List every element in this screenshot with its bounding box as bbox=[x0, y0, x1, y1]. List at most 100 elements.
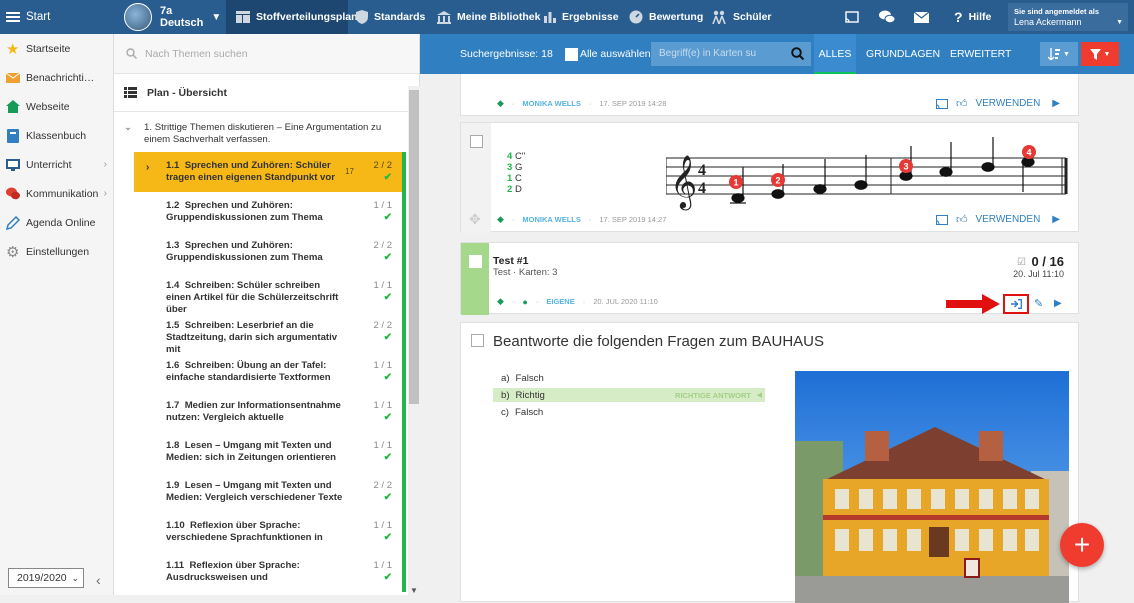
topic-item-1-6[interactable]: 1.6 Schreiben: Übung an der Tafel: einfa… bbox=[134, 352, 406, 392]
topic-item-1-4[interactable]: 1.4 Schreiben: Schüler schreiben einen A… bbox=[134, 272, 406, 315]
school-year-select[interactable]: 2019/2020 ⌄ bbox=[8, 568, 84, 588]
scrollbar-thumb[interactable] bbox=[409, 90, 419, 404]
cast-icon[interactable] bbox=[935, 214, 948, 225]
play-icon[interactable]: ▶ bbox=[1052, 98, 1060, 109]
class-selector[interactable]: 7a Deutsch ▼ bbox=[124, 0, 221, 34]
caret-down-icon: ▼ bbox=[1116, 19, 1123, 26]
topic-item-1-7[interactable]: 1.7 Medien zur Informationsentnahme nutz… bbox=[134, 392, 406, 432]
tab-bewertung[interactable]: Bewertung bbox=[629, 0, 703, 34]
card-checkbox[interactable] bbox=[469, 255, 482, 268]
tab-meine-bibliothek[interactable]: Meine Bibliothek bbox=[437, 0, 540, 34]
sidebar-item-benachrichtigungen[interactable]: Benachrichtigu... bbox=[0, 63, 113, 92]
tab-alles[interactable]: ALLES bbox=[814, 34, 856, 74]
tab-stoffverteilungsplan[interactable]: Stoffverteilungsplan bbox=[226, 0, 358, 34]
add-card-button[interactable]: + bbox=[1060, 523, 1104, 567]
tag-icon: ◆ bbox=[497, 98, 504, 108]
globe-icon: ● bbox=[522, 296, 528, 307]
chevron-right-icon: › bbox=[103, 188, 107, 199]
tab-ergebnisse[interactable]: Ergebnisse bbox=[544, 0, 619, 34]
topic-item-1-1[interactable]: › 1.1 Sprechen und Zuhören: Schüler trage… bbox=[134, 152, 406, 192]
topic-item-1-11[interactable]: 1.11 Reflexion über Sprache: Ausdruckswe… bbox=[134, 552, 406, 592]
students-icon bbox=[711, 10, 727, 24]
sort-button[interactable]: ▼ bbox=[1040, 42, 1078, 66]
collapse-sidebar-icon[interactable]: ‹ bbox=[96, 572, 101, 588]
bauhaus-building-image bbox=[795, 371, 1069, 603]
tab-erweitert[interactable]: ERWEITERT bbox=[950, 34, 1011, 74]
note-marker-2: 2 bbox=[771, 173, 785, 187]
card-test: Test #1 Test · Karten: 3 ☑ 0 / 16 20. Ju… bbox=[460, 242, 1079, 315]
sign-in-icon bbox=[1010, 299, 1022, 309]
move-icon[interactable]: ✥ bbox=[469, 211, 481, 228]
sidebar-item-unterricht[interactable]: Unterricht › bbox=[0, 150, 113, 179]
thumbs-up-icon[interactable]: 👍︎ bbox=[956, 213, 968, 226]
plan-scrollbar[interactable]: ▼ bbox=[408, 86, 420, 595]
plan-overview-header[interactable]: Plan - Übersicht bbox=[114, 74, 419, 112]
sidebar-item-agenda-online[interactable]: Agenda Online bbox=[0, 208, 113, 237]
star-icon: ★ bbox=[6, 40, 20, 58]
bar-chart-icon bbox=[544, 11, 556, 23]
filter-button[interactable]: ▼ bbox=[1081, 42, 1119, 66]
edit-pencil-icon[interactable]: ✎ bbox=[1034, 297, 1043, 310]
user-menu[interactable]: Sie sind angemeldet als Lena Ackermann ▼ bbox=[1008, 3, 1128, 31]
sidebar-item-webseite[interactable]: Webseite bbox=[0, 92, 113, 121]
thumbs-up-icon[interactable]: 👍︎ bbox=[956, 97, 968, 110]
note-marker-1: 1 bbox=[729, 175, 743, 189]
mail-icon[interactable] bbox=[914, 0, 929, 34]
cast-icon[interactable] bbox=[935, 98, 948, 109]
check-icon: ✔ bbox=[383, 412, 392, 423]
sidebar-item-kommunikation[interactable]: Kommunikation › bbox=[0, 179, 113, 208]
topic-progress-count: 2 / 2 bbox=[373, 320, 393, 331]
card-question: Beantworte die folgenden Fragen zum BAUH… bbox=[460, 322, 1079, 603]
test-score-date: 20. Jul 11:10 bbox=[1013, 269, 1064, 279]
topic-item-1-10[interactable]: 1.10 Reflexion über Sprache: verschieden… bbox=[134, 512, 406, 552]
import-button-highlight[interactable] bbox=[1003, 294, 1029, 314]
class-avatar bbox=[124, 3, 152, 31]
caret-down-icon: ▼ bbox=[1063, 50, 1070, 58]
card-checkbox[interactable] bbox=[471, 334, 484, 347]
board-icon bbox=[6, 158, 20, 171]
topic-progress-count: 1 / 1 bbox=[373, 280, 393, 291]
play-icon[interactable]: ▶ bbox=[1052, 214, 1060, 225]
play-icon[interactable]: ▶ bbox=[1054, 298, 1062, 309]
question-icon: ? bbox=[954, 9, 963, 25]
filter-icon bbox=[1089, 48, 1101, 60]
note-list: 4 C'' 3 G 1 C 2 D bbox=[507, 151, 526, 195]
tab-standards[interactable]: Standards bbox=[356, 0, 425, 34]
svg-text:4: 4 bbox=[1026, 148, 1031, 158]
scroll-down-arrow[interactable]: ▼ bbox=[410, 586, 418, 595]
topic-search-input[interactable]: Nach Themen suchen bbox=[114, 34, 419, 74]
plan-panel: Nach Themen suchen Plan - Übersicht ⌄ 1.… bbox=[114, 34, 420, 595]
tab-schueler[interactable]: Schüler bbox=[711, 0, 772, 34]
book-icon bbox=[6, 128, 20, 143]
topic-progress-count: 2 / 2 bbox=[373, 480, 393, 491]
sidebar-item-startseite[interactable]: ★ Startseite bbox=[0, 34, 113, 63]
answer-b-correct: b) Richtig RICHTIGE ANTWORT ◀ bbox=[493, 388, 765, 402]
gear-icon: ⚙ bbox=[6, 243, 20, 261]
topic-progress-count: 1 / 1 bbox=[373, 200, 393, 211]
topic-item-1-8[interactable]: 1.8 Lesen – Umgang mit Texten und Medien… bbox=[134, 432, 406, 472]
chevron-down-icon: ⌄ bbox=[124, 122, 133, 133]
sidebar-item-einstellungen[interactable]: ⚙ Einstellungen bbox=[0, 237, 113, 266]
tab-grundlagen[interactable]: GRUNDLAGEN bbox=[866, 34, 940, 74]
use-button[interactable]: VERWENDEN bbox=[975, 214, 1040, 225]
search-icon[interactable] bbox=[791, 47, 804, 60]
help-button[interactable]: ? Hilfe bbox=[954, 0, 991, 34]
topic-item-1-3[interactable]: 1.3 Sprechen und Zuhören: Gruppendiskuss… bbox=[134, 232, 406, 272]
start-button[interactable]: Start bbox=[6, 0, 50, 34]
topic-progress-count: 1 / 1 bbox=[373, 440, 393, 451]
cards-toolbar: Suchergebnisse: 18 Alle auswählen Begrif… bbox=[420, 34, 1134, 74]
topic-item-1-2[interactable]: 1.2 Sprechen und Zuhören: Gruppendiskuss… bbox=[134, 192, 406, 232]
cast-icon[interactable] bbox=[845, 0, 859, 34]
list-icon bbox=[124, 87, 137, 98]
answer-list: a) Falsch b) Richtig RICHTIGE ANTWORT ◀ c)… bbox=[493, 369, 765, 421]
topic-item-1-9[interactable]: 1.9 Lesen – Umgang mit Texten und Medien… bbox=[134, 472, 406, 512]
sidebar-item-klassenbuch[interactable]: Klassenbuch bbox=[0, 121, 113, 150]
select-all-label[interactable]: Alle auswählen bbox=[580, 48, 651, 60]
select-all-checkbox[interactable] bbox=[565, 48, 578, 61]
use-button[interactable]: VERWENDEN bbox=[975, 98, 1040, 109]
topic-item-1-5[interactable]: 1.5 Schreiben: Leserbrief an die Stadtze… bbox=[134, 312, 406, 355]
chat-icon[interactable] bbox=[879, 0, 895, 34]
topic-group-1[interactable]: ⌄ 1. Strittige Themen diskutieren – Eine… bbox=[114, 112, 419, 152]
keyword-search-input[interactable]: Begriff(e) in Karten su bbox=[651, 42, 811, 66]
card-checkbox[interactable] bbox=[470, 135, 483, 148]
